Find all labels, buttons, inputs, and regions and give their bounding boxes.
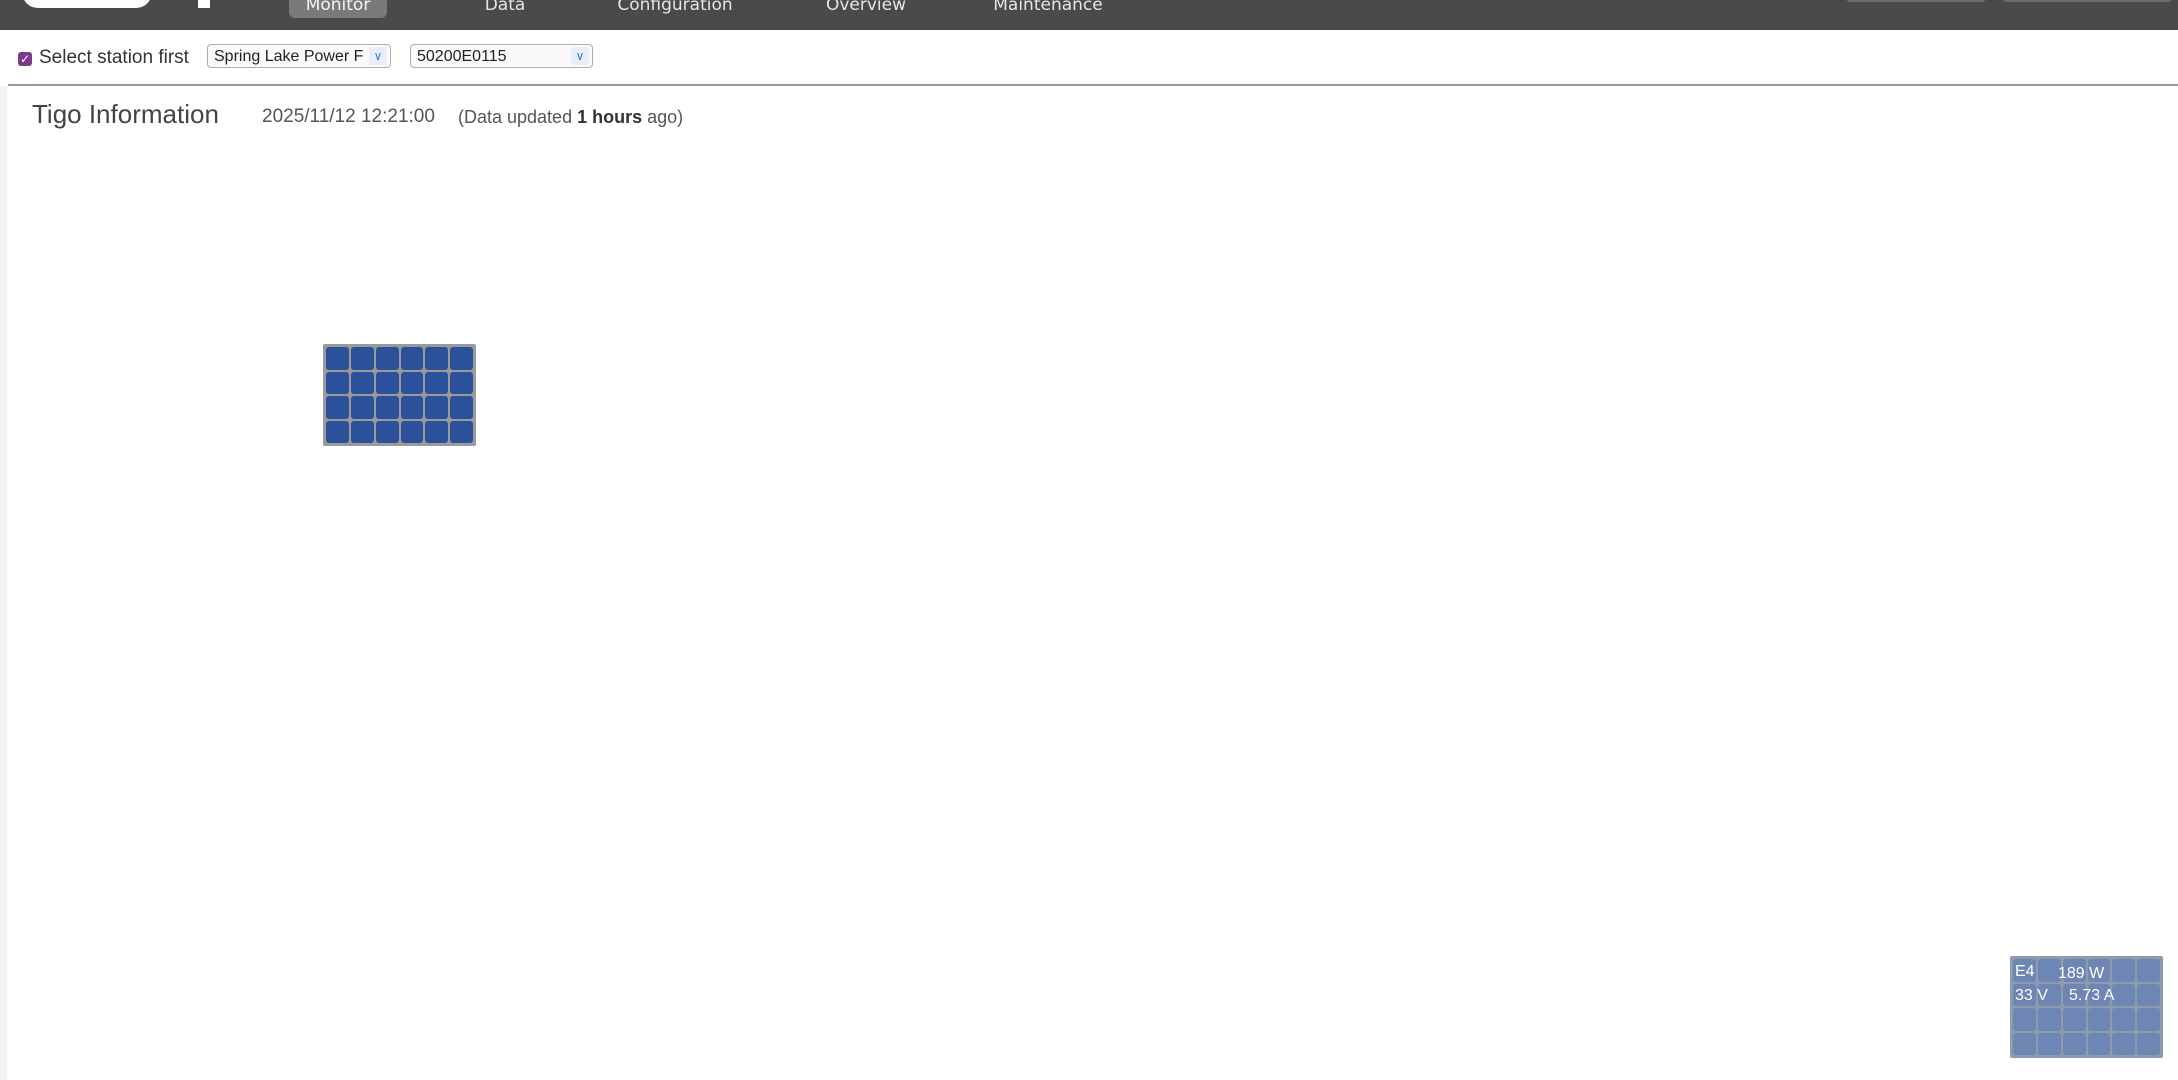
data-update-note: (Data updated 1 hours ago) — [458, 107, 683, 128]
tab-monitor[interactable]: Monitor — [289, 0, 387, 18]
brand-logo[interactable] — [22, 0, 152, 8]
select-station-first-checkbox[interactable]: ✓ — [18, 52, 32, 66]
panel-cell — [2137, 1032, 2160, 1055]
panel-e4-current: 5.73 A — [2069, 987, 2115, 1004]
top-nav-bar: Monitor Data Configuration Overview Main… — [0, 0, 2178, 30]
panel-cell — [2112, 1008, 2136, 1031]
update-suffix: ago) — [647, 107, 684, 127]
panel-cell — [2137, 983, 2160, 1006]
panel-cell — [350, 420, 374, 443]
tab-maintenance[interactable]: Maintenance — [990, 0, 1106, 18]
panel-e4-voltage: 33 V — [2015, 987, 2048, 1004]
panel-cell — [425, 420, 449, 443]
panel-cell — [450, 420, 473, 443]
panel-cell — [450, 396, 473, 419]
panel-cell — [350, 347, 374, 370]
panel-cell — [450, 371, 473, 394]
panel-cell — [375, 420, 399, 443]
panel-cell — [2087, 1032, 2111, 1055]
device-select[interactable]: 50200E0115 ∨ — [410, 44, 593, 68]
panel-cell — [425, 371, 449, 394]
top-right-button-2[interactable] — [2002, 0, 2172, 2]
panel-cell — [350, 371, 374, 394]
panel-cell — [350, 396, 374, 419]
panel-cell — [2013, 1008, 2036, 1031]
panel-cell — [2062, 1008, 2086, 1031]
panel-cell — [375, 396, 399, 419]
device-select-value: 50200E0115 — [417, 48, 507, 65]
panel-cell — [2013, 1032, 2036, 1055]
panel-cell — [326, 347, 349, 370]
panel-cell — [326, 420, 349, 443]
station-select[interactable]: Spring Lake Power F ∨ — [207, 44, 391, 68]
panel-cell — [425, 396, 449, 419]
panel-cell — [375, 347, 399, 370]
filter-bar: ✓ Select station first Spring Lake Power… — [8, 30, 2178, 86]
top-right-button-1[interactable] — [1846, 0, 1986, 2]
panel-cell — [2112, 1032, 2136, 1055]
panel-cell — [2112, 983, 2136, 1006]
page-title: Tigo Information — [32, 99, 219, 129]
chevron-down-icon: ∨ — [369, 47, 387, 65]
data-timestamp: 2025/11/12 12:21:00 — [262, 106, 435, 127]
panel-cell — [400, 396, 424, 419]
select-station-first-label: Select station first — [39, 47, 189, 68]
panel-cell — [326, 396, 349, 419]
panel-cell — [2087, 1008, 2111, 1031]
tab-overview[interactable]: Overview — [816, 0, 916, 18]
chevron-down-icon: ∨ — [571, 47, 589, 65]
panel-cell — [2037, 1008, 2061, 1031]
panel-cell — [400, 347, 424, 370]
panel-cell — [450, 347, 473, 370]
tab-configuration[interactable]: Configuration — [608, 0, 742, 18]
station-select-value: Spring Lake Power F — [214, 48, 364, 65]
left-edge-strip — [0, 86, 7, 1080]
panel-cell — [400, 371, 424, 394]
panel-cell — [2062, 1032, 2086, 1055]
panel-cell — [2037, 1032, 2061, 1055]
panel-cell — [425, 347, 449, 370]
solar-panel[interactable] — [323, 344, 476, 446]
tab-data[interactable]: Data — [470, 0, 540, 18]
panel-e4-id: E4 — [2015, 963, 2035, 980]
update-prefix: (Data updated — [458, 107, 573, 127]
panel-cell — [2137, 1008, 2160, 1031]
update-value: 1 hours — [577, 107, 643, 127]
brand-logo-mark — [198, 0, 210, 8]
panel-e4-power: 189 W — [2058, 965, 2105, 982]
panel-cell — [2137, 959, 2160, 982]
panel-cell — [2112, 959, 2136, 982]
panel-cell — [400, 420, 424, 443]
panel-cell — [326, 371, 349, 394]
panel-cell — [375, 371, 399, 394]
